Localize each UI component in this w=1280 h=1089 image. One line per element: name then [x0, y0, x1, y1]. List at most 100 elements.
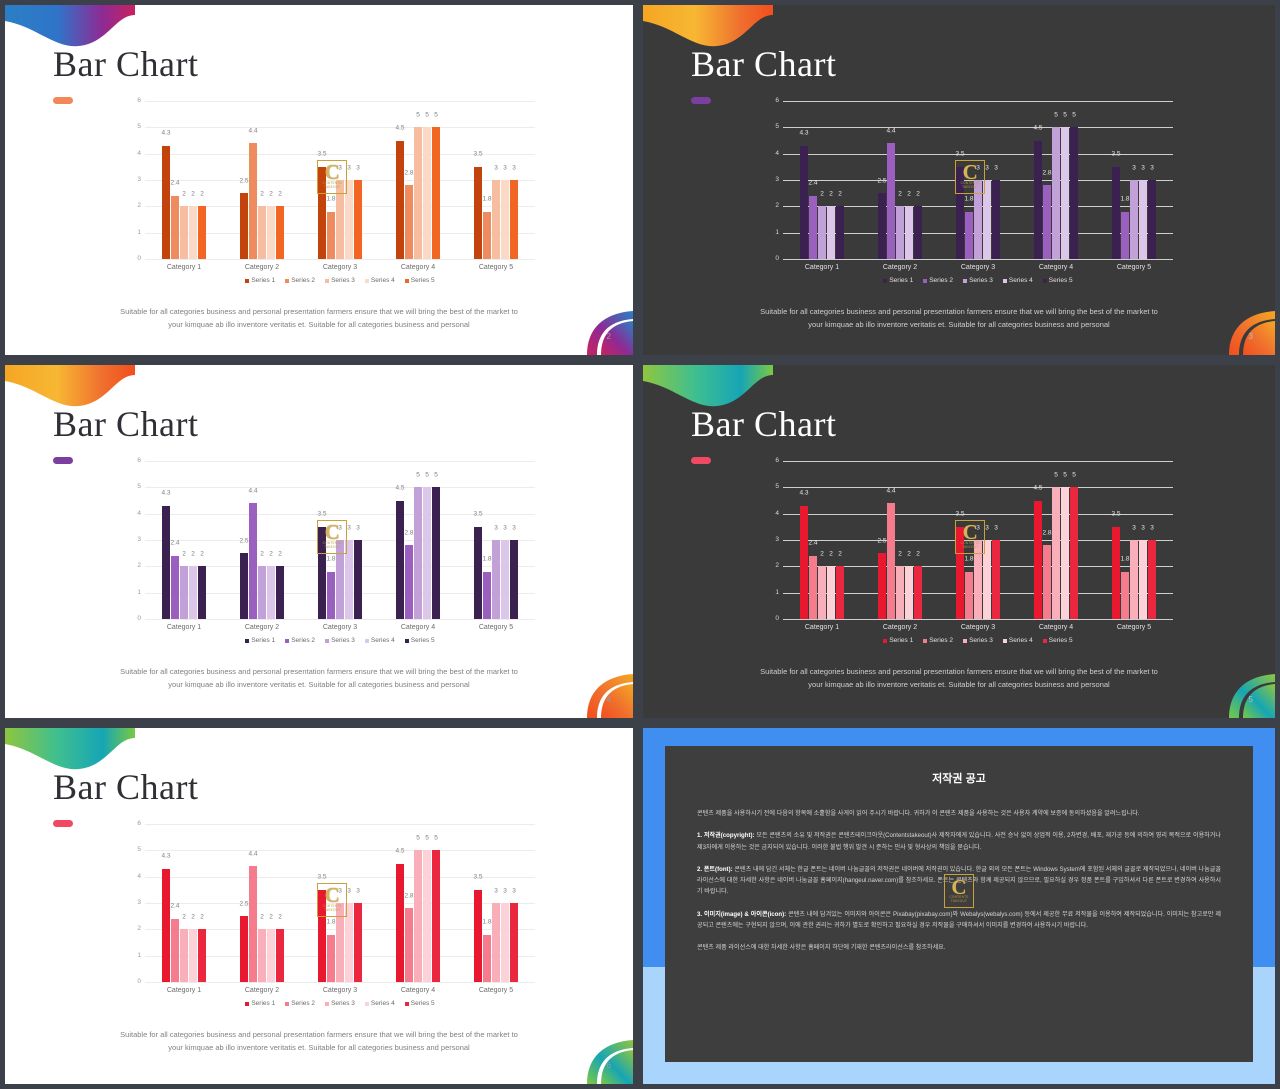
legend-item[interactable]: Series 1 — [883, 277, 913, 284]
legend-item[interactable]: Series 2 — [923, 277, 953, 284]
bar[interactable] — [258, 929, 266, 982]
bar[interactable] — [318, 889, 326, 982]
bar[interactable] — [405, 908, 413, 982]
bar[interactable] — [1121, 571, 1129, 619]
legend-item[interactable]: Series 5 — [1042, 277, 1073, 284]
legend-item[interactable]: Series 1 — [245, 277, 275, 284]
bar[interactable] — [1130, 540, 1138, 619]
legend-item[interactable]: Series 4 — [364, 1000, 395, 1007]
legend-item[interactable]: Series 1 — [245, 637, 275, 644]
legend-item[interactable]: Series 4 — [1002, 637, 1033, 644]
bar[interactable] — [510, 903, 518, 982]
bar[interactable] — [345, 540, 353, 619]
bar[interactable] — [492, 540, 500, 619]
bar[interactable] — [887, 503, 895, 619]
bar[interactable] — [483, 211, 491, 259]
legend-item[interactable]: Series 5 — [404, 277, 435, 284]
slide-6[interactable]: Bar Chart 0123456 4.3 2.4 2 2 2 2.5 4.4 … — [0, 723, 638, 1089]
legend-item[interactable]: Series 4 — [364, 277, 395, 284]
bar[interactable] — [1139, 180, 1147, 259]
bar[interactable] — [483, 934, 491, 982]
bar[interactable] — [1121, 211, 1129, 259]
bar[interactable] — [276, 566, 284, 619]
legend-item[interactable]: Series 5 — [404, 637, 435, 644]
bar[interactable] — [240, 553, 248, 619]
bar[interactable] — [501, 180, 509, 259]
bar[interactable] — [336, 540, 344, 619]
bar[interactable] — [474, 526, 482, 619]
bar[interactable] — [1112, 166, 1120, 259]
bar[interactable] — [992, 540, 1000, 619]
bar[interactable] — [396, 140, 404, 259]
bar[interactable] — [405, 185, 413, 259]
legend-item[interactable]: Series 1 — [245, 1000, 275, 1007]
bar[interactable] — [432, 487, 440, 619]
bar[interactable] — [905, 206, 913, 259]
bar[interactable] — [189, 566, 197, 619]
bar[interactable] — [276, 206, 284, 259]
bar[interactable] — [896, 566, 904, 619]
bar[interactable] — [240, 916, 248, 982]
bar[interactable] — [267, 566, 275, 619]
legend-item[interactable]: Series 2 — [923, 637, 953, 644]
legend-item[interactable]: Series 5 — [404, 1000, 435, 1007]
bar[interactable] — [1130, 180, 1138, 259]
bar[interactable] — [956, 166, 964, 259]
bar[interactable] — [171, 195, 179, 259]
legend-item[interactable]: Series 1 — [883, 637, 913, 644]
bar[interactable] — [258, 566, 266, 619]
legend-item[interactable]: Series 5 — [1042, 637, 1073, 644]
bar[interactable] — [336, 180, 344, 259]
legend-item[interactable]: Series 3 — [325, 1000, 355, 1007]
bar[interactable] — [510, 540, 518, 619]
bar[interactable] — [171, 918, 179, 982]
bar[interactable] — [1052, 127, 1060, 259]
bar[interactable] — [974, 540, 982, 619]
bar[interactable] — [162, 145, 170, 259]
bar[interactable] — [180, 566, 188, 619]
bar[interactable] — [336, 903, 344, 982]
bar[interactable] — [474, 889, 482, 982]
bar[interactable] — [474, 166, 482, 259]
bar[interactable] — [983, 540, 991, 619]
bar[interactable] — [809, 195, 817, 259]
bar[interactable] — [956, 526, 964, 619]
legend-item[interactable]: Series 4 — [1002, 277, 1033, 284]
bar[interactable] — [878, 193, 886, 259]
bar[interactable] — [1148, 180, 1156, 259]
legend-item[interactable]: Series 3 — [325, 277, 355, 284]
bar[interactable] — [198, 206, 206, 259]
bar[interactable] — [354, 903, 362, 982]
bar[interactable] — [240, 193, 248, 259]
bar[interactable] — [1070, 487, 1078, 619]
bar[interactable] — [1034, 500, 1042, 619]
bar[interactable] — [327, 934, 335, 982]
bar[interactable] — [180, 929, 188, 982]
bar[interactable] — [896, 206, 904, 259]
bar[interactable] — [432, 850, 440, 982]
bar[interactable] — [878, 553, 886, 619]
bar[interactable] — [405, 545, 413, 619]
bar[interactable] — [249, 143, 257, 259]
bar[interactable] — [501, 903, 509, 982]
bar[interactable] — [1052, 487, 1060, 619]
bar[interactable] — [827, 206, 835, 259]
bar[interactable] — [189, 206, 197, 259]
legend-item[interactable]: Series 2 — [285, 1000, 315, 1007]
bar[interactable] — [1148, 540, 1156, 619]
bar[interactable] — [249, 503, 257, 619]
legend-item[interactable]: Series 3 — [963, 637, 993, 644]
bar[interactable] — [1061, 127, 1069, 259]
bar[interactable] — [887, 143, 895, 259]
bar[interactable] — [1043, 545, 1051, 619]
bar[interactable] — [1061, 487, 1069, 619]
bar[interactable] — [965, 571, 973, 619]
bar[interactable] — [171, 555, 179, 619]
bar[interactable] — [1034, 140, 1042, 259]
bar[interactable] — [423, 127, 431, 259]
bar[interactable] — [276, 929, 284, 982]
bar[interactable] — [327, 211, 335, 259]
slide-2[interactable]: Bar Chart 0123456 4.3 2.4 2 2 2 2.5 4.4 … — [0, 0, 638, 360]
bar[interactable] — [818, 206, 826, 259]
bar[interactable] — [345, 180, 353, 259]
